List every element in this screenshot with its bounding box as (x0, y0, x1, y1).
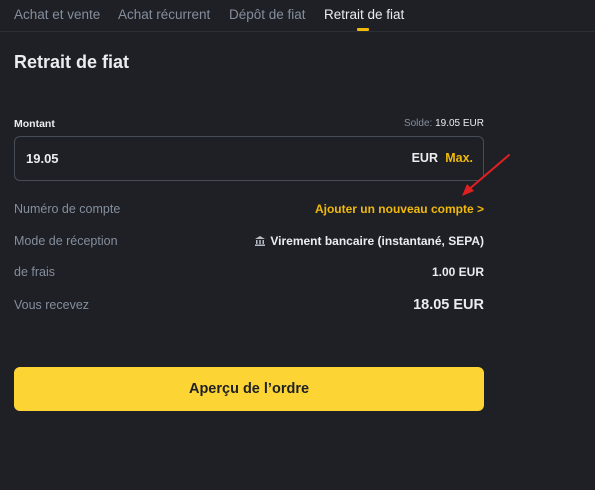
amount-input[interactable]: 19.05 EUR Max. (14, 136, 484, 181)
fee-label: de frais (14, 265, 55, 279)
withdraw-page: Achat et vente Achat récurrent Dépôt de … (0, 0, 595, 490)
add-account-link[interactable]: Ajouter un nouveau compte > (315, 202, 484, 216)
annotation-arrow-icon (462, 154, 510, 196)
tab-fiat-deposit[interactable]: Dépôt de fiat (229, 7, 306, 22)
tab-bar: Achat et vente Achat récurrent Dépôt de … (0, 0, 595, 32)
active-tab-indicator (357, 28, 369, 31)
tab-recurring-buy[interactable]: Achat récurrent (118, 7, 210, 22)
tab-fiat-withdraw[interactable]: Retrait de fiat (324, 7, 404, 22)
amount-value[interactable]: 19.05 (26, 151, 59, 166)
receive-amount-value: 18.05 EUR (413, 297, 484, 313)
tab-buy-sell[interactable]: Achat et vente (14, 7, 100, 22)
amount-currency: EUR (411, 151, 438, 165)
page-title: Retrait de fiat (14, 52, 130, 72)
balance-label: Solde: (403, 118, 433, 129)
receive-method-value[interactable]: Virement bancaire (instantané, SEPA) (254, 234, 484, 248)
balance-info: Solde: 19.05 EUR (404, 118, 484, 129)
account-number-label: Numéro de compte (14, 202, 121, 216)
amount-label: Montant (14, 118, 55, 130)
balance-value: 19.05 EUR (435, 118, 484, 129)
receive-method-label: Mode de réception (14, 234, 118, 248)
preview-order-button[interactable]: Aperçu de l’ordre (14, 367, 484, 411)
receive-method-text: Virement bancaire (instantané, SEPA) (270, 234, 484, 248)
fee-value: 1.00 EUR (431, 265, 484, 279)
receive-amount-label: Vous recevez (14, 298, 90, 312)
bank-icon (254, 235, 266, 247)
